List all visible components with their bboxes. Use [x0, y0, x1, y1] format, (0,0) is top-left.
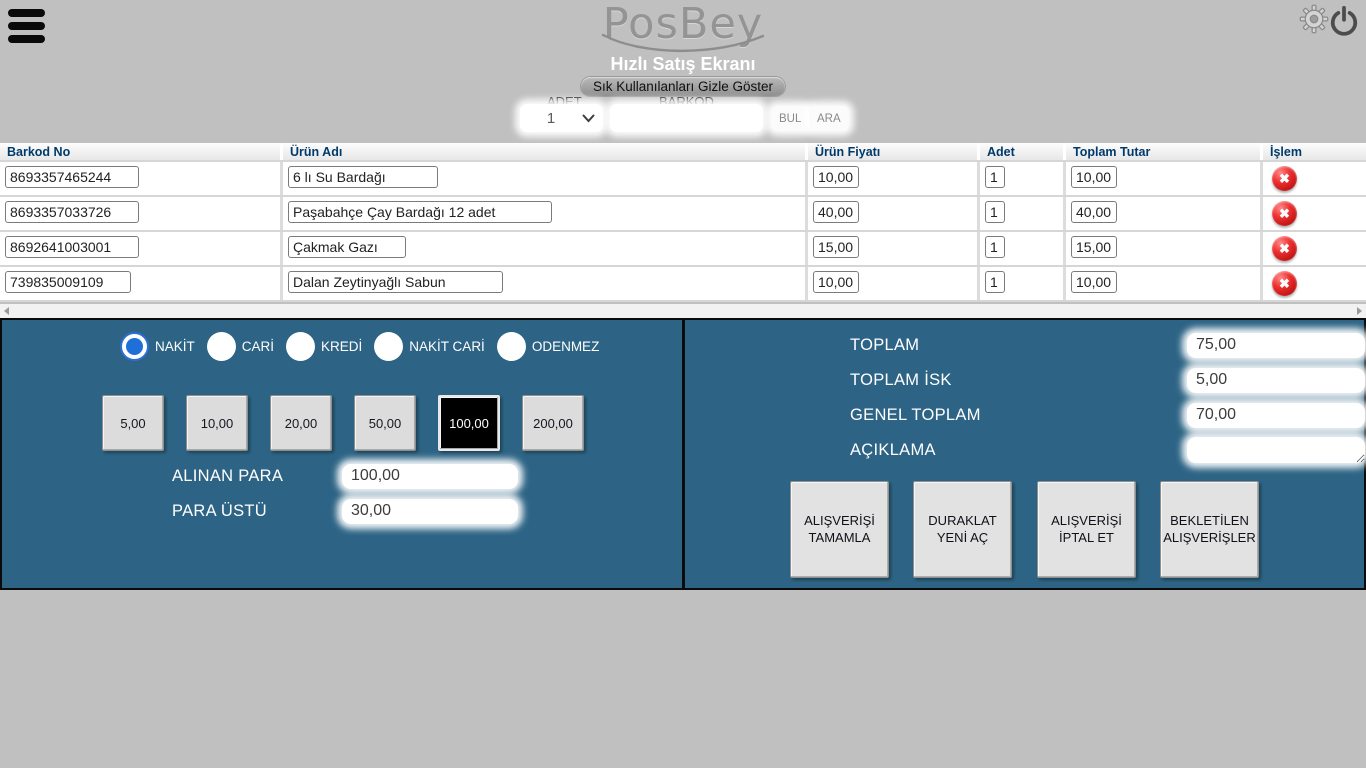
- payment-radio-nakit[interactable]: NAKİT: [120, 332, 195, 361]
- price-input[interactable]: [813, 166, 859, 188]
- alinan-para-input[interactable]: [342, 464, 518, 489]
- toplam-isk-row: TOPLAM İSK: [850, 367, 952, 393]
- col-header-adet: Adet: [980, 143, 1066, 160]
- logo-text: PosBey: [603, 0, 764, 49]
- denomination-button-50[interactable]: 50,00: [354, 395, 416, 451]
- power-button[interactable]: [1328, 6, 1360, 38]
- price-input[interactable]: [813, 236, 859, 258]
- scroll-left-arrow-icon[interactable]: [4, 307, 9, 315]
- table-row: ✖: [0, 197, 1366, 232]
- toplam-isk-label: TOPLAM İSK: [850, 371, 952, 390]
- col-header-urun-fiyati: Ürün Fiyatı: [808, 143, 980, 160]
- col-header-toplam-tutar: Toplam Tutar: [1066, 143, 1263, 160]
- para-ustu-input[interactable]: [342, 499, 518, 524]
- para-ustu-label: PARA ÜSTÜ: [172, 502, 267, 521]
- table-row: ✖: [0, 162, 1366, 197]
- cancel-sale-button[interactable]: ALIŞVERİŞİ İPTAL ET: [1037, 481, 1136, 578]
- pause-open-new-button[interactable]: DURAKLAT YENİ AÇ: [913, 481, 1012, 578]
- payment-panel: NAKİT CARİ KREDİ NAKİT CARİ ODENMEZ 5,00…: [0, 318, 684, 590]
- quantity-input[interactable]: [985, 271, 1005, 293]
- para-ustu-row: PARA ÜSTÜ: [172, 498, 672, 524]
- alinan-para-label: ALINAN PARA: [172, 467, 283, 486]
- denomination-button-20[interactable]: 20,00: [270, 395, 332, 451]
- table-header-row: Barkod No Ürün Adı Ürün Fiyatı Adet Topl…: [0, 143, 1366, 162]
- quantity-input[interactable]: [985, 201, 1005, 223]
- aciklama-label: AÇIKLAMA: [850, 441, 936, 460]
- complete-sale-button[interactable]: ALIŞVERİŞİ TAMAMLA: [790, 481, 889, 578]
- delete-row-button[interactable]: ✖: [1272, 236, 1297, 261]
- sale-items-table: Barkod No Ürün Adı Ürün Fiyatı Adet Topl…: [0, 143, 1366, 302]
- radio-circle: [497, 332, 526, 361]
- genel-toplam-row: GENEL TOPLAM: [850, 402, 981, 428]
- delete-row-button[interactable]: ✖: [1272, 201, 1297, 226]
- total-input[interactable]: [1071, 201, 1117, 223]
- aciklama-textarea[interactable]: [1187, 437, 1365, 463]
- held-sales-button[interactable]: BEKLETİLEN ALIŞVERİŞLER: [1160, 481, 1259, 578]
- quantity-input[interactable]: [985, 166, 1005, 188]
- radio-circle-selected: [120, 332, 149, 361]
- radio-circle: [207, 332, 236, 361]
- payment-radio-odenmez[interactable]: ODENMEZ: [497, 332, 600, 361]
- toplam-isk-input[interactable]: [1187, 368, 1365, 393]
- barcode-input[interactable]: [5, 201, 139, 223]
- aciklama-row: AÇIKLAMA: [850, 437, 936, 463]
- toplam-input[interactable]: [1187, 333, 1365, 358]
- summary-panel: TOPLAM TOPLAM İSK GENEL TOPLAM AÇIKLAMA …: [683, 318, 1366, 590]
- barcode-input[interactable]: [5, 166, 139, 188]
- total-input[interactable]: [1071, 236, 1117, 258]
- total-input[interactable]: [1071, 166, 1117, 188]
- denomination-button-100[interactable]: 100,00: [438, 395, 500, 451]
- table-row: ✖: [0, 232, 1366, 267]
- genel-toplam-input[interactable]: [1187, 403, 1365, 428]
- product-input[interactable]: [288, 166, 438, 188]
- barcode-input[interactable]: [5, 236, 139, 258]
- col-header-barkod-no: Barkod No: [0, 143, 283, 160]
- alinan-para-row: ALINAN PARA: [172, 463, 672, 489]
- toplam-label: TOPLAM: [850, 336, 919, 355]
- delete-row-button[interactable]: ✖: [1272, 166, 1297, 191]
- radio-circle: [374, 332, 403, 361]
- payment-radio-nakit-cari[interactable]: NAKİT CARİ: [374, 332, 485, 361]
- total-input[interactable]: [1071, 271, 1117, 293]
- quantity-input[interactable]: [985, 236, 1005, 258]
- genel-toplam-label: GENEL TOPLAM: [850, 406, 981, 425]
- price-input[interactable]: [813, 201, 859, 223]
- denomination-button-5[interactable]: 5,00: [102, 395, 164, 451]
- adet-select-value: 1: [520, 110, 582, 127]
- logo: PosBey: [0, 2, 1366, 54]
- product-input[interactable]: [288, 271, 503, 293]
- table-row: ✖: [0, 267, 1366, 302]
- page-title: Hızlı Satış Ekranı: [0, 54, 1366, 75]
- scroll-right-arrow-icon[interactable]: [1357, 307, 1362, 315]
- price-input[interactable]: [813, 271, 859, 293]
- delete-row-button[interactable]: ✖: [1272, 271, 1297, 296]
- payment-radio-kredi[interactable]: KREDİ: [286, 332, 362, 361]
- denomination-buttons: 5,00 10,00 20,00 50,00 100,00 200,00: [102, 395, 584, 451]
- payment-radio-cari[interactable]: CARİ: [207, 332, 274, 361]
- col-header-islem: İşlem: [1263, 143, 1366, 160]
- ara-button[interactable]: ARA: [809, 106, 849, 131]
- payment-method-radios: NAKİT CARİ KREDİ NAKİT CARİ ODENMEZ: [120, 332, 599, 361]
- chevron-down-icon: [582, 114, 595, 123]
- col-header-urun-adi: Ürün Adı: [283, 143, 808, 160]
- adet-select[interactable]: 1: [520, 104, 603, 132]
- barcode-input[interactable]: [5, 271, 131, 293]
- horizontal-scrollbar[interactable]: [0, 304, 1366, 318]
- settings-button[interactable]: [1298, 4, 1330, 36]
- denomination-button-10[interactable]: 10,00: [186, 395, 248, 451]
- barkod-input[interactable]: [610, 104, 763, 132]
- product-input[interactable]: [288, 201, 552, 223]
- denomination-button-200[interactable]: 200,00: [522, 395, 584, 451]
- radio-circle: [286, 332, 315, 361]
- gear-icon: [1299, 4, 1329, 34]
- power-icon: [1329, 6, 1359, 36]
- product-input[interactable]: [288, 236, 406, 258]
- bul-button[interactable]: BUL: [771, 106, 809, 131]
- toplam-row: TOPLAM: [850, 332, 919, 358]
